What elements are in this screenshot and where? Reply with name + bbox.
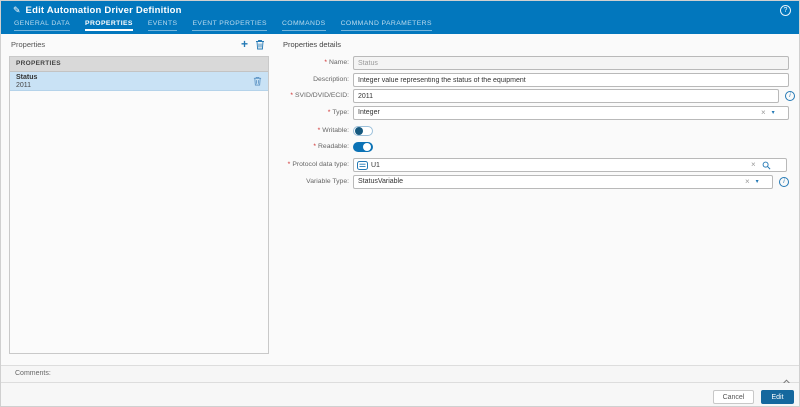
tab-bar: GENERAL DATA PROPERTIES EVENTS EVENT PRO… [14, 20, 432, 31]
header-bar: ✎ Edit Automation Driver Definition ? GE… [1, 1, 799, 34]
name-label: * Name: [324, 59, 349, 66]
property-row-status[interactable]: Status 2011 [10, 72, 268, 91]
type-label: * Type: [327, 109, 349, 116]
help-icon[interactable]: ? [780, 5, 791, 16]
edit-button[interactable]: Edit [761, 390, 794, 404]
required-marker: * [327, 109, 331, 116]
variable-type-icons: × ▾ [745, 175, 759, 189]
variable-type-info-icon[interactable]: i [779, 177, 789, 187]
description-field[interactable] [353, 73, 789, 87]
description-label: Description: [313, 76, 349, 83]
page-title: Edit Automation Driver Definition [25, 4, 182, 16]
required-marker: * [317, 127, 321, 134]
required-marker: * [313, 143, 316, 150]
protocol-data-type-field[interactable]: U1 [353, 158, 787, 172]
required-marker: * [287, 161, 291, 168]
protocol-field-icons: × [751, 158, 771, 172]
protocol-clear-icon[interactable]: × [751, 161, 756, 169]
delete-property-icon[interactable] [255, 39, 265, 50]
variable-type-select[interactable]: StatusVariable [353, 175, 773, 189]
writable-toggle[interactable] [353, 126, 373, 136]
properties-list: PROPERTIES Status 2011 [9, 56, 269, 354]
properties-column-header: PROPERTIES [10, 57, 268, 72]
type-clear-icon[interactable]: × [761, 109, 766, 117]
variable-type-clear-icon[interactable]: × [745, 178, 750, 186]
tab-events[interactable]: EVENTS [147, 20, 178, 31]
writable-label: * Writable: [317, 127, 349, 134]
required-marker: * [290, 92, 293, 99]
pencil-icon: ✎ [13, 5, 21, 15]
title-row: ✎ Edit Automation Driver Definition [13, 4, 182, 16]
data-type-chip-icon [357, 161, 368, 175]
readable-label: * Readable: [313, 143, 349, 150]
svid-label: * SVID/DVID/ECID: [290, 92, 349, 99]
variable-type-label: Variable Type: [306, 178, 349, 185]
toggle-knob [355, 127, 363, 135]
property-row-id: 2011 [16, 82, 32, 89]
required-marker: * [324, 59, 327, 66]
tab-properties[interactable]: PROPERTIES [85, 20, 133, 31]
protocol-data-type-value: U1 [371, 162, 380, 169]
toggle-knob [363, 143, 371, 151]
comments-bar[interactable]: Comments: [1, 365, 799, 385]
protocol-search-icon[interactable] [762, 161, 771, 170]
type-select[interactable]: Integer [353, 106, 789, 120]
properties-panel-title: Properties [11, 40, 46, 49]
type-dropdown-icon[interactable]: ▾ [772, 110, 775, 116]
protocol-data-type-label: * Protocol data type: [287, 161, 349, 168]
properties-panel-actions: + [241, 38, 265, 50]
tab-commands[interactable]: COMMANDS [281, 20, 326, 31]
type-select-icons: × ▾ [761, 106, 775, 120]
name-field[interactable] [353, 56, 789, 70]
edit-automation-driver-definition-window: ✎ Edit Automation Driver Definition ? GE… [0, 0, 800, 407]
comments-label: Comments: [15, 370, 51, 377]
tab-general-data[interactable]: GENERAL DATA [14, 20, 71, 31]
variable-type-value: StatusVariable [358, 178, 404, 185]
svid-info-icon[interactable]: i [785, 91, 795, 101]
cancel-button[interactable]: Cancel [713, 390, 754, 404]
readable-toggle[interactable] [353, 142, 373, 152]
variable-type-dropdown-icon[interactable]: ▾ [756, 179, 759, 185]
add-property-icon[interactable]: + [241, 38, 248, 50]
tab-command-parameters[interactable]: COMMAND PARAMETERS [340, 20, 432, 31]
footer-bar: Cancel Edit [1, 383, 799, 406]
tab-event-properties[interactable]: EVENT PROPERTIES [192, 20, 267, 31]
details-title: Properties details [283, 40, 341, 49]
row-delete-icon[interactable] [253, 76, 262, 86]
property-row-name: Status [16, 74, 38, 81]
type-value: Integer [358, 109, 380, 116]
svid-field[interactable] [353, 89, 779, 103]
